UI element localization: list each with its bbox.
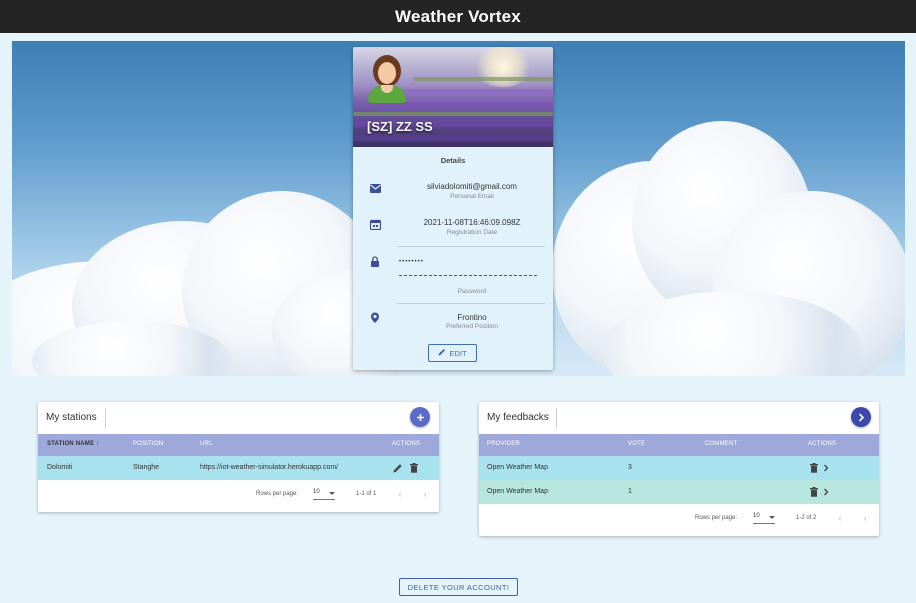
calendar-icon xyxy=(369,218,381,230)
password-field[interactable]: •••••••• xyxy=(399,259,537,265)
stations-title: My stations xyxy=(46,412,97,423)
edit-profile-button[interactable]: EDIT xyxy=(428,344,477,362)
pagination-range: 1-1 of 1 xyxy=(356,491,377,497)
column-provider[interactable]: PROVIDER xyxy=(487,441,520,447)
rows-per-page-select[interactable]: 10 xyxy=(753,513,775,524)
station-name-cell: Dolomiti xyxy=(47,464,73,471)
chevron-right-icon[interactable] xyxy=(820,462,831,473)
password-underline xyxy=(399,275,537,276)
arrow-up-icon: ↑ xyxy=(96,441,100,447)
feedback-vote-cell: 3 xyxy=(628,464,632,471)
feedbacks-pagination: Rows per page: 10 1-2 of 2 ‹ › xyxy=(479,504,879,534)
stations-header: My stations xyxy=(38,402,439,434)
stations-pagination: Rows per page: 10 1-1 of 1 ‹ › xyxy=(38,480,439,510)
column-url[interactable]: URL xyxy=(200,441,213,447)
stations-table-header: STATION NAME ↑ POSITION URL ACTIONS xyxy=(38,434,439,456)
app-title: Weather Vortex xyxy=(395,6,521,26)
chevron-right-icon xyxy=(858,412,865,422)
details-title: Details xyxy=(440,156,466,165)
delete-account-button[interactable]: DELETE YOUR ACCOUNT! xyxy=(399,578,518,596)
rows-per-page-value: 10 xyxy=(313,489,320,495)
feedback-vote-cell: 1 xyxy=(628,488,632,495)
header-separator xyxy=(105,408,106,428)
rows-per-page-label: Rows per page: xyxy=(256,491,299,497)
profile-card: [SZ] ZZ SS Details silviadolomiti@gmail.… xyxy=(353,47,553,370)
feedback-provider-cell: Open Weather Map xyxy=(487,488,548,495)
lock-icon xyxy=(369,255,381,267)
rows-per-page-label: Rows per page: xyxy=(695,515,738,521)
column-comment[interactable]: COMMENT xyxy=(705,441,737,447)
feedbacks-header: My feedbacks xyxy=(479,402,879,434)
next-page-button[interactable]: › xyxy=(860,513,870,523)
profile-name: [SZ] ZZ SS xyxy=(367,119,433,134)
pencil-icon[interactable] xyxy=(392,462,403,473)
open-feedbacks-button[interactable] xyxy=(851,407,871,427)
station-position-cell: Stanghe xyxy=(133,464,160,471)
position-value: Frontino xyxy=(457,313,487,322)
prev-page-button[interactable]: ‹ xyxy=(835,513,845,523)
pencil-icon xyxy=(438,348,446,358)
column-station-name[interactable]: STATION NAME ↑ xyxy=(47,441,99,447)
column-actions: ACTIONS xyxy=(808,441,837,447)
password-label: Password xyxy=(457,288,487,295)
divider xyxy=(397,303,545,304)
table-row[interactable]: Open Weather Map 3 xyxy=(479,456,879,480)
next-page-button[interactable]: › xyxy=(420,489,430,499)
header-separator xyxy=(556,408,557,428)
rows-per-page-value: 10 xyxy=(753,513,760,519)
feedbacks-panel: My feedbacks PROVIDER VOTE COMMENT ACTIO… xyxy=(479,402,879,536)
delete-icon[interactable] xyxy=(408,462,419,473)
app-header: Weather Vortex xyxy=(0,0,916,33)
location-pin-icon xyxy=(369,312,381,324)
email-icon xyxy=(369,182,381,194)
registration-value: 2021-11-08T16:46:09.098Z xyxy=(423,218,521,227)
station-url-cell: https://iot-weather-simulator.herokuapp.… xyxy=(200,464,339,471)
position-label: Preferred Position xyxy=(445,323,499,330)
prev-page-button[interactable]: ‹ xyxy=(395,489,405,499)
column-actions: ACTIONS xyxy=(392,441,421,447)
rows-per-page-select[interactable]: 10 xyxy=(313,489,335,500)
chevron-down-icon xyxy=(329,492,335,495)
email-label: Personal Email xyxy=(450,193,494,200)
divider xyxy=(397,246,545,247)
chevron-right-icon[interactable] xyxy=(820,486,831,497)
avatar xyxy=(367,53,407,103)
email-value: silviadolomiti@gmail.com xyxy=(427,182,517,191)
feedbacks-title: My feedbacks xyxy=(487,412,549,423)
column-vote[interactable]: VOTE xyxy=(628,441,645,447)
registration-label: Registration Date xyxy=(446,229,498,236)
pagination-range: 1-2 of 2 xyxy=(796,515,817,521)
edit-label: EDIT xyxy=(449,348,467,358)
feedback-provider-cell: Open Weather Map xyxy=(487,464,548,471)
column-position[interactable]: POSITION xyxy=(133,441,163,447)
delete-icon[interactable] xyxy=(808,462,819,473)
table-row[interactable]: Dolomiti Stanghe https://iot-weather-sim… xyxy=(38,456,439,480)
add-station-button[interactable] xyxy=(410,407,430,427)
chevron-down-icon xyxy=(769,516,775,519)
table-row[interactable]: Open Weather Map 1 xyxy=(479,480,879,504)
delete-icon[interactable] xyxy=(808,486,819,497)
profile-banner-image: [SZ] ZZ SS xyxy=(353,47,553,147)
plus-icon xyxy=(416,413,424,421)
stations-panel: My stations STATION NAME ↑ POSITION URL … xyxy=(38,402,439,512)
feedbacks-table-header: PROVIDER VOTE COMMENT ACTIONS xyxy=(479,434,879,456)
